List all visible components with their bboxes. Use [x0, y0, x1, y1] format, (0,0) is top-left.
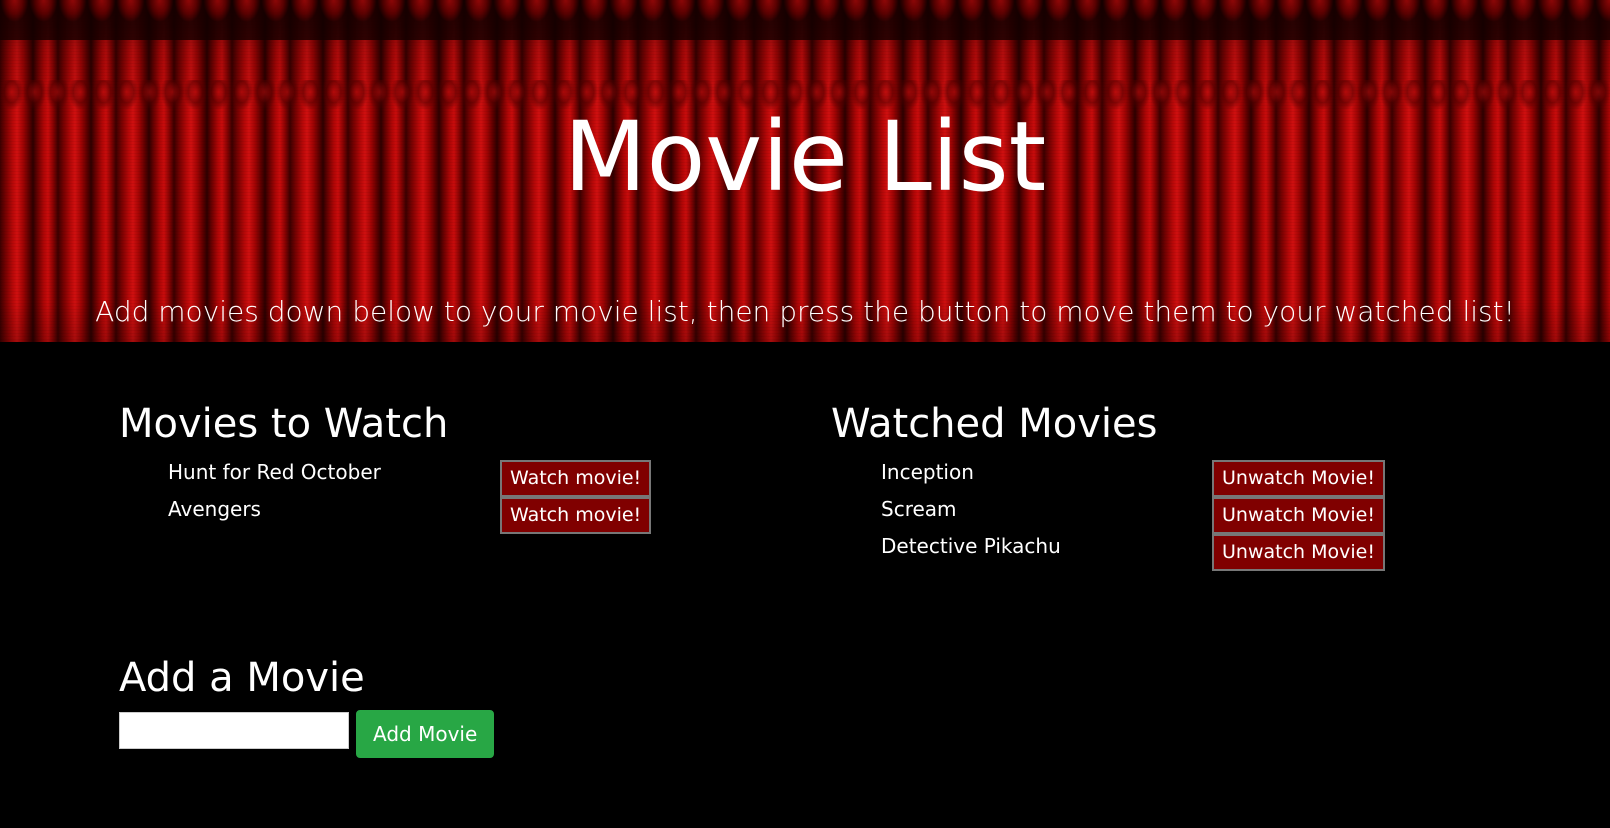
page-subtitle: Add movies down below to your movie list…	[95, 295, 1515, 328]
hero-banner: Movie List Add movies down below to your…	[0, 0, 1610, 342]
curtain-ruffle-decoration	[0, 0, 1610, 40]
movie-title: Detective Pikachu	[881, 534, 1061, 558]
watch-movie-button[interactable]: Watch movie!	[500, 497, 652, 534]
movie-title: Inception	[881, 460, 974, 484]
add-movie-heading: Add a Movie	[119, 655, 365, 701]
movie-title: Scream	[881, 497, 957, 521]
unwatch-movie-button[interactable]: Unwatch Movie!	[1212, 534, 1385, 571]
movies-to-watch-heading: Movies to Watch	[119, 401, 449, 447]
movie-title: Hunt for Red October	[168, 460, 381, 484]
unwatch-movie-button[interactable]: Unwatch Movie!	[1212, 460, 1385, 497]
watch-movie-button[interactable]: Watch movie!	[500, 460, 652, 497]
movies-to-watch-section: Movies to Watch Hunt for Red October Wat…	[119, 400, 652, 534]
movie-title: Avengers	[168, 497, 261, 521]
page-title: Movie List	[563, 101, 1047, 213]
add-movie-button[interactable]: Add Movie	[356, 710, 495, 758]
unwatch-movie-button[interactable]: Unwatch Movie!	[1212, 497, 1385, 534]
watched-movies-heading: Watched Movies	[831, 401, 1158, 447]
watched-movies-section: Watched Movies Inception Unwatch Movie! …	[831, 400, 1385, 571]
add-movie-input[interactable]	[119, 712, 349, 749]
